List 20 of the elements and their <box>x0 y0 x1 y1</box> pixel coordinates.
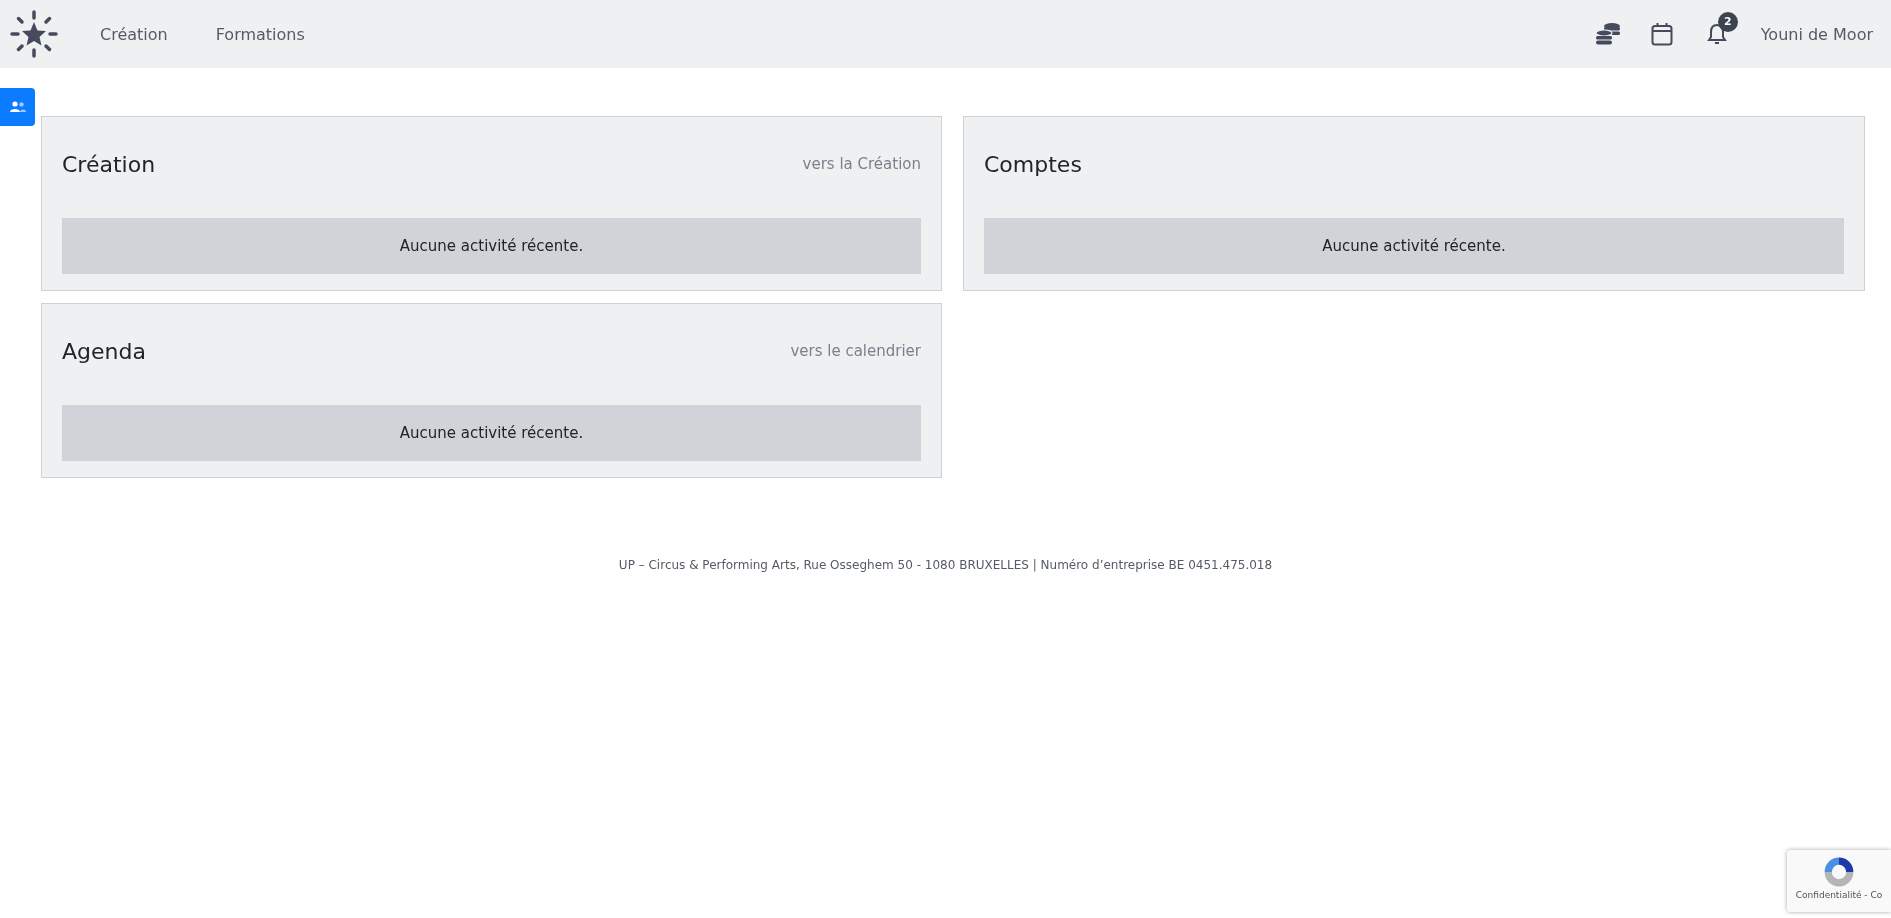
notification-badge: 2 <box>1717 12 1738 32</box>
empty-activity-message: Aucune activité récente. <box>62 405 921 461</box>
nav-link[interactable]: Création <box>100 24 168 44</box>
calendar-icon[interactable] <box>1650 22 1673 46</box>
card-link[interactable]: vers la Création <box>802 155 921 173</box>
card-link[interactable]: vers le calendrier <box>790 342 921 360</box>
sidebar-toggle-button[interactable] <box>0 88 35 126</box>
empty-activity-message: Aucune activité récente. <box>984 218 1844 274</box>
star-logo-icon[interactable] <box>10 10 58 58</box>
user-menu-link[interactable]: Youni de Moor <box>1760 24 1873 44</box>
empty-activity-message: Aucune activité récente. <box>62 218 921 274</box>
nav-link[interactable]: Formations <box>215 24 305 44</box>
card-title: Agenda <box>62 338 146 364</box>
card-title: Comptes <box>984 151 1082 177</box>
bell-icon[interactable] <box>1706 23 1727 45</box>
users-icon <box>9 101 26 113</box>
card-title: Création <box>62 151 156 177</box>
coins-icon[interactable] <box>1594 22 1621 46</box>
footer-text: UP – Circus & Performing Arts, Rue Osseghem 50 - 1080 BRUXELLES | Numéro d’entreprise BE 0451.475.018 <box>617 558 1274 572</box>
recaptcha-text[interactable]: Confidentialité - Co <box>1795 890 1883 900</box>
